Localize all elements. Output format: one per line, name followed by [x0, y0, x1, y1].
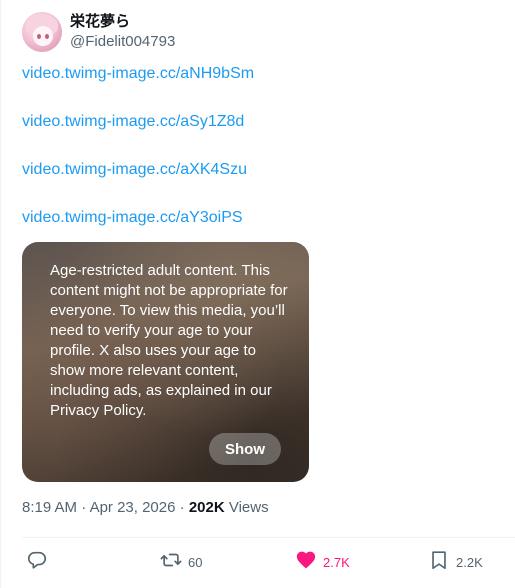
- post-header: 栄花夢ら @Fidelit004793: [22, 8, 175, 56]
- divider: [22, 537, 515, 538]
- post-text: video.twimg-image.cc/aNH9bSm video.twimg…: [22, 64, 254, 256]
- post-link-2[interactable]: video.twimg-image.cc/aSy1Z8d: [22, 112, 254, 132]
- avatar-eye-left: [37, 34, 41, 39]
- views-count: 202K: [188, 499, 225, 516]
- avatar[interactable]: [22, 12, 62, 52]
- author-handle[interactable]: @Fidelit004793: [70, 32, 175, 52]
- like-count: 2.7K: [323, 554, 350, 570]
- views-label: Views: [228, 499, 269, 516]
- post-meta: 8:19 AM · Apr 23, 2026 · 202K Views: [22, 498, 269, 518]
- avatar-eye-right: [45, 34, 49, 39]
- post-date[interactable]: Apr 23, 2026: [90, 499, 176, 516]
- bookmark-count: 2.2K: [456, 554, 483, 570]
- reply-icon: [26, 549, 48, 576]
- repost-icon: [160, 549, 182, 576]
- repost-button[interactable]: 60: [160, 548, 202, 576]
- avatar-face: [33, 26, 53, 46]
- reply-button[interactable]: [26, 548, 48, 576]
- meta-separator: ·: [81, 499, 87, 516]
- author-names: 栄花夢ら @Fidelit004793: [70, 12, 175, 52]
- show-media-button[interactable]: Show: [209, 433, 281, 465]
- media-sensitive-overlay: Age-restricted adult content. This conte…: [22, 242, 309, 482]
- author-display-name[interactable]: 栄花夢ら: [70, 12, 175, 32]
- post-time[interactable]: 8:19 AM: [22, 499, 77, 516]
- post-link-1[interactable]: video.twimg-image.cc/aNH9bSm: [22, 64, 254, 84]
- repost-count: 60: [188, 554, 203, 570]
- meta-separator-2: ·: [179, 499, 185, 516]
- post-actions: 60 2.7K 2.2K: [0, 548, 515, 576]
- post-link-3[interactable]: video.twimg-image.cc/aXK4Szu: [22, 160, 254, 180]
- timeline-border: [0, 0, 1, 588]
- heart-icon: [295, 549, 317, 576]
- bookmark-icon: [428, 549, 450, 576]
- post-link-4[interactable]: video.twimg-image.cc/aY3oiPS: [22, 208, 254, 228]
- like-button[interactable]: 2.7K: [295, 548, 350, 576]
- age-restriction-warning: Age-restricted adult content. This conte…: [50, 262, 288, 419]
- bookmark-button[interactable]: 2.2K: [428, 548, 483, 576]
